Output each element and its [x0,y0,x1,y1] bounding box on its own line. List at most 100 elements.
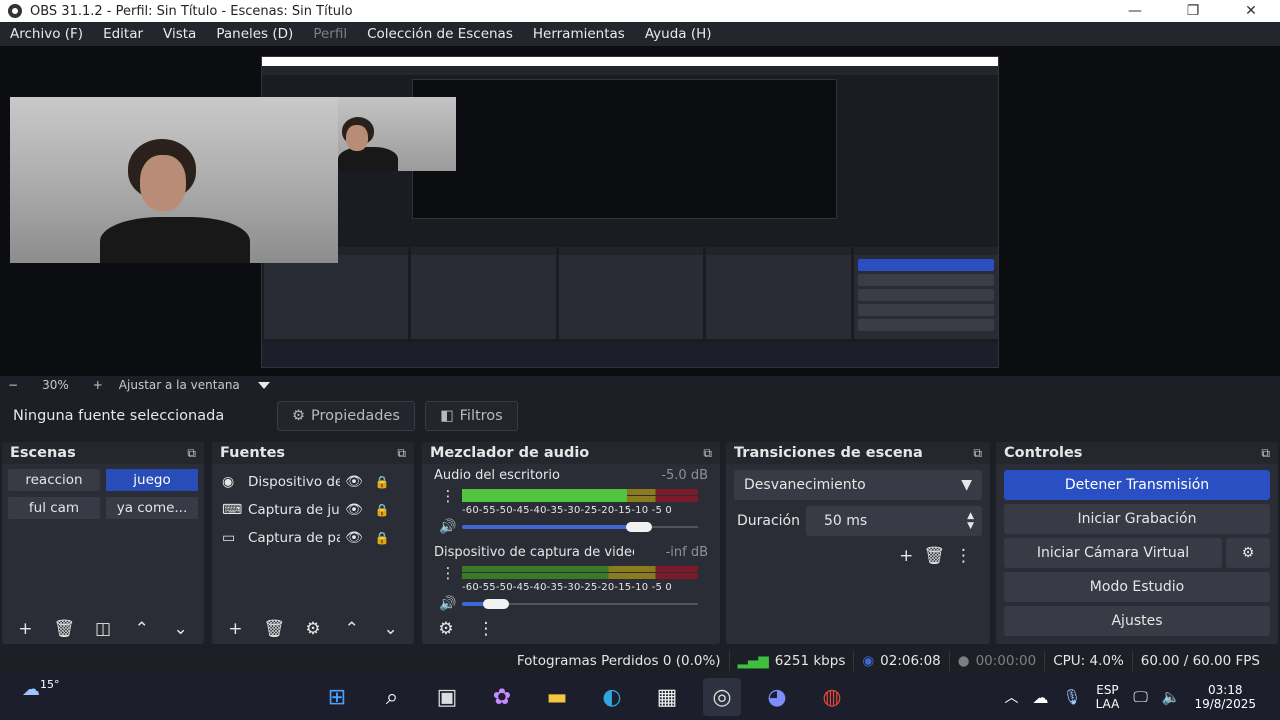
bitrate-value: 6251 kbps [774,653,846,669]
volume-icon[interactable]: 🔈 [1155,688,1188,706]
eye-icon[interactable]: 👁 [340,474,368,490]
store-icon[interactable]: ▦ [648,678,686,716]
menu-perfil[interactable]: Perfil [303,26,357,42]
duration-value: 50 ms [824,513,868,529]
zoom-out-button[interactable]: − [0,378,26,392]
source-item[interactable]: ▭ Captura de pantalla 👁 🔒 [212,524,414,552]
transition-select[interactable]: Desvanecimiento ▼ [734,470,982,500]
move-up-icon[interactable]: ⌃ [334,619,369,639]
properties-button[interactable]: ⚙ Propiedades [277,401,415,431]
studio-mode-button[interactable]: Modo Estudio [1004,572,1270,602]
dropped-frames: Fotogramas Perdidos 0 (0.0%) [516,653,721,669]
zoom-dropdown-icon[interactable] [257,381,270,389]
chevron-down-icon: ▼ [961,477,972,493]
scene-reaccion[interactable]: reaccion [8,469,100,491]
lock-icon[interactable]: 🔒 [368,531,396,545]
lock-icon[interactable]: 🔒 [368,503,396,517]
gear-icon: ⚙ [292,408,305,424]
menu-ayuda[interactable]: Ayuda (H) [635,26,722,42]
bitrate-indicator: ▂▄▆ 6251 kbps [728,651,854,671]
clock[interactable]: 03:18 19/8/2025 [1187,683,1280,711]
obs-app-icon[interactable]: ◎ [703,678,741,716]
transition-value: Desvanecimiento [744,477,866,493]
onedrive-icon[interactable]: ☁ [1026,688,1056,707]
minimize-button[interactable]: — [1106,3,1164,19]
move-up-icon[interactable]: ⌃ [124,619,159,639]
language-indicator[interactable]: ESP LAA [1089,683,1127,711]
kebab-menu-icon[interactable]: ⋮ [468,619,504,639]
zoom-in-button[interactable]: + [85,378,111,392]
move-down-icon[interactable]: ⌄ [163,619,198,639]
volume-slider[interactable] [462,599,698,609]
search-icon[interactable]: ⌕ [373,678,411,716]
trash-icon[interactable]: 🗑 [257,619,292,639]
settings-button[interactable]: Ajustes [1004,606,1270,636]
trash-icon[interactable]: 🗑 [923,546,945,566]
undock-icon[interactable]: ⧉ [397,446,406,461]
menu-coleccion-escenas[interactable]: Colección de Escenas [357,26,523,42]
duration-spinbox[interactable]: 50 ms ▲ ▼ [806,506,982,536]
meter-level [462,489,628,502]
kebab-menu-icon[interactable]: ⋮ [955,546,972,566]
discord-icon[interactable]: ◕ [758,678,796,716]
volume-slider[interactable] [462,522,698,532]
undock-icon[interactable]: ⧉ [187,446,196,461]
start-recording-button[interactable]: Iniciar Grabación [1004,504,1270,534]
menu-editar[interactable]: Editar [93,26,153,42]
virtual-camera-settings-icon[interactable]: ⚙ [1226,538,1270,568]
meter-scale: -60-55-50-45-40-35-30-25-20-15-10 -5 0 [462,505,672,516]
kebab-menu-icon[interactable]: ⋮ [434,487,462,505]
undock-icon[interactable]: ⧉ [703,446,712,461]
file-explorer-icon[interactable]: ▬ [538,678,576,716]
task-view-icon[interactable]: ▣ [428,678,466,716]
close-button[interactable]: ✕ [1222,3,1280,19]
weather-widget[interactable]: ☁ 15° [22,678,62,714]
copilot-icon[interactable]: ✿ [483,678,521,716]
menu-vista[interactable]: Vista [153,26,206,42]
menu-archivo[interactable]: Archivo (F) [0,26,93,42]
undock-icon[interactable]: ⧉ [973,446,982,461]
scene-ful-cam[interactable]: ful cam [8,497,100,519]
add-source-icon[interactable]: + [218,619,253,639]
virtual-camera-button[interactable]: Iniciar Cámara Virtual [1004,538,1222,568]
gear-icon[interactable]: ⚙ [296,619,331,639]
clock-time: 03:18 [1207,683,1243,697]
scene-filter-icon[interactable]: ◫ [86,619,121,639]
speaker-icon[interactable]: 🔊 [434,596,462,612]
spinner-icon[interactable]: ▲ ▼ [967,511,974,531]
stop-stream-button[interactable]: Detener Transmisión [1004,470,1270,500]
filter-icon: ◧ [439,408,454,424]
lock-icon[interactable]: 🔒 [368,475,396,489]
advanced-audio-icon[interactable]: ⚙ [428,619,464,639]
scene-ya-come[interactable]: ya come... [106,497,198,519]
menu-herramientas[interactable]: Herramientas [523,26,635,42]
add-transition-icon[interactable]: + [899,546,913,566]
mixer-channel: Dispositivo de captura de video 2 -inf d… [422,535,720,612]
speaker-icon[interactable]: 🔊 [434,519,462,535]
eye-icon[interactable]: 👁 [340,530,368,546]
chrome-icon[interactable]: ◍ [813,678,851,716]
network-icon[interactable]: 🖵 [1126,688,1154,706]
edge-browser-icon[interactable]: ◐ [593,678,631,716]
maximize-button[interactable]: ❐ [1164,3,1222,19]
filters-button[interactable]: ◧ Filtros [424,401,518,431]
microphone-icon[interactable]: 🎙 [1056,688,1089,706]
trash-icon[interactable]: 🗑 [47,619,82,639]
filters-label: Filtros [459,408,503,424]
scene-juego[interactable]: juego [106,469,198,491]
move-down-icon[interactable]: ⌄ [373,619,408,639]
source-item[interactable]: ◉ Dispositivo de captura de video 👁 🔒 [212,468,414,496]
kebab-menu-icon[interactable]: ⋮ [434,564,462,582]
channel-db: -inf dB [665,545,708,560]
slider-knob[interactable] [626,522,652,532]
add-scene-icon[interactable]: + [8,619,43,639]
undock-icon[interactable]: ⧉ [1261,446,1270,461]
chevron-up-icon[interactable]: ︿ [998,687,1026,707]
sources-dock: Fuentes ⧉ ◉ Dispositivo de captura de vid… [212,442,414,644]
eye-icon[interactable]: 👁 [340,502,368,518]
source-item[interactable]: ⌨ Captura de juego 👁 🔒 [212,496,414,524]
preview-canvas[interactable] [0,46,1280,376]
windows-start-icon[interactable]: ⊞ [318,678,356,716]
slider-knob[interactable] [483,599,509,609]
menu-paneles[interactable]: Paneles (D) [206,26,303,42]
